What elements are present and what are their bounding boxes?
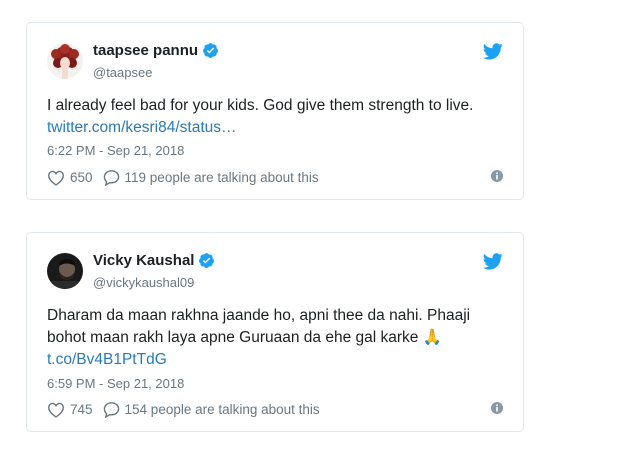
tweet-actions: 745 154 people are talking about this: [47, 401, 503, 418]
heart-icon: [47, 170, 65, 186]
tweet-timestamp[interactable]: 6:22 PM - Sep 21, 2018: [47, 143, 184, 158]
author-name[interactable]: Vicky Kaushal: [93, 252, 194, 269]
author-handle[interactable]: @vickykaushal09: [93, 275, 194, 290]
tweet-text: Dharam da maan rakhna jaande ho, apni th…: [47, 305, 503, 371]
author-handle[interactable]: @taapsee: [93, 65, 152, 80]
heart-icon: [47, 402, 65, 418]
like-count: 650: [70, 170, 93, 185]
tweet-actions: 650 119 people are talking about this: [47, 169, 503, 186]
speech-bubble-icon: [103, 402, 119, 418]
verified-badge-icon: [199, 253, 215, 268]
like-action[interactable]: 745: [47, 402, 93, 418]
tweet-card[interactable]: taapsee pannu @taapsee I already feel ba…: [26, 22, 524, 200]
reply-action[interactable]: 154 people are talking about this: [103, 401, 320, 418]
avatar[interactable]: [47, 253, 83, 289]
verified-badge-icon: [203, 43, 218, 58]
like-count: 745: [70, 402, 93, 417]
speech-bubble-icon: [103, 170, 119, 186]
reply-count: 154 people are talking about this: [124, 402, 320, 417]
info-icon[interactable]: [491, 402, 503, 414]
twitter-bird-icon[interactable]: [483, 253, 503, 270]
tweet-text: I already feel bad for your kids. God gi…: [47, 95, 503, 139]
tweet-timestamp[interactable]: 6:59 PM - Sep 21, 2018: [47, 376, 184, 391]
author-name[interactable]: taapsee pannu: [93, 42, 198, 59]
twitter-bird-icon[interactable]: [483, 43, 503, 60]
tweet-body-line-2: bohot maan rakh laya apne Guruaan da ehe…: [47, 329, 443, 346]
tweet-card[interactable]: Vicky Kaushal @vickykaushal09 Dharam da …: [26, 232, 524, 432]
like-action[interactable]: 650: [47, 170, 93, 186]
reply-action[interactable]: 119 people are talking about this: [103, 169, 319, 186]
avatar[interactable]: [47, 43, 83, 79]
reply-count: 119 people are talking about this: [124, 170, 319, 185]
info-icon[interactable]: [491, 170, 503, 182]
tweet-link[interactable]: twitter.com/kesri84/status…: [47, 117, 503, 139]
tweet-link[interactable]: t.co/Bv4B1PtTdG: [47, 349, 503, 371]
tweet-body-line-1: Dharam da maan rakhna jaande ho, apni th…: [47, 307, 471, 324]
tweet-body: I already feel bad for your kids. God gi…: [47, 97, 474, 114]
